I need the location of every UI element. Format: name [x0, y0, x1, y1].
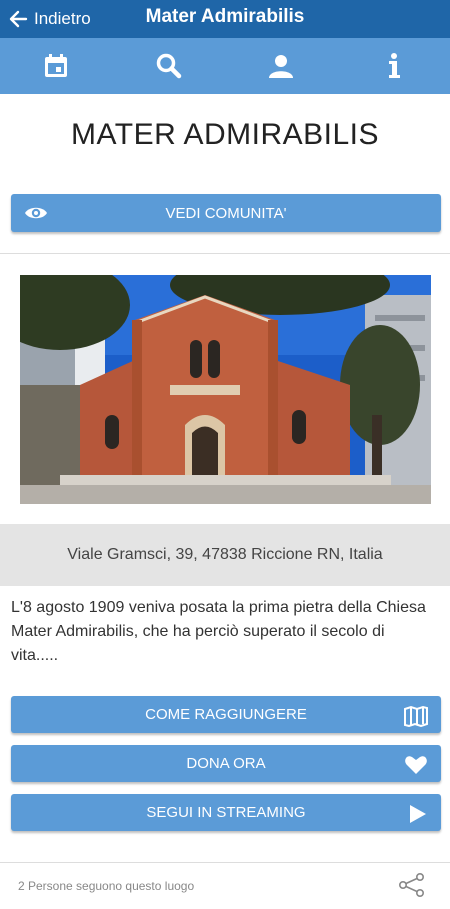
footer: 2 Persone seguono questo luogo	[0, 862, 450, 901]
share-icon[interactable]	[398, 873, 426, 897]
directions-button[interactable]: COME RAGGIUNGERE	[11, 696, 441, 733]
info-icon	[380, 52, 408, 80]
back-button[interactable]: Indietro	[8, 0, 91, 38]
streaming-label: SEGUI IN STREAMING	[146, 804, 305, 821]
search-icon	[155, 52, 183, 80]
calendar-icon	[42, 52, 70, 80]
calendar-button[interactable]	[0, 38, 113, 94]
followers-count: 2 Persone seguono questo luogo	[18, 863, 194, 901]
icon-toolbar	[0, 38, 450, 94]
eye-icon	[24, 204, 48, 222]
page-title: MATER ADMIRABILIS	[0, 118, 450, 152]
address: Viale Gramsci, 39, 47838 Riccione RN, It…	[0, 524, 450, 586]
church-photo	[20, 275, 431, 504]
donate-button[interactable]: DONA ORA	[11, 745, 441, 782]
back-label: Indietro	[34, 9, 91, 29]
play-icon	[409, 804, 427, 824]
top-bar: Indietro Mater Admirabilis	[0, 0, 450, 38]
view-community-button[interactable]: VEDI COMUNITA'	[11, 194, 441, 232]
map-icon	[403, 705, 429, 727]
info-button[interactable]	[338, 38, 450, 94]
streaming-button[interactable]: SEGUI IN STREAMING	[11, 794, 441, 831]
divider	[0, 253, 450, 254]
donate-label: DONA ORA	[186, 755, 265, 772]
description: L'8 agosto 1909 veniva posata la prima p…	[11, 596, 431, 668]
heart-icon	[404, 755, 428, 775]
profile-button[interactable]	[225, 38, 338, 94]
directions-label: COME RAGGIUNGERE	[145, 706, 307, 723]
address-text: Viale Gramsci, 39, 47838 Riccione RN, It…	[67, 546, 382, 564]
view-community-label: VEDI COMUNITA'	[166, 205, 287, 222]
user-icon	[267, 52, 295, 80]
search-button[interactable]	[113, 38, 226, 94]
arrow-left-icon	[8, 9, 28, 29]
